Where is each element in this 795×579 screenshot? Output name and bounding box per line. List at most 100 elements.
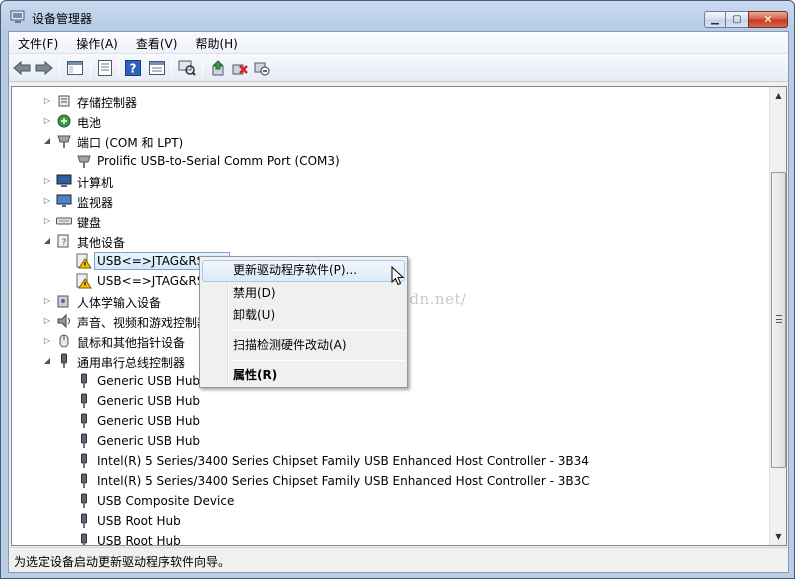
device-manager-icon	[10, 10, 25, 23]
menu-bar: 文件(F) 操作(A) 查看(V) 帮助(H)	[9, 32, 788, 54]
tree-item-label: 其他设备	[77, 236, 126, 250]
tree-item[interactable]: ▷ 存储控制器	[12, 91, 764, 111]
tree-item[interactable]: Intel(R) 5 Series/3400 Series Chipset Fa…	[12, 451, 764, 471]
expand-arrow-icon[interactable]: ▷	[42, 335, 52, 347]
console-tree-icon[interactable]	[65, 58, 85, 78]
close-button[interactable]: ✕	[748, 11, 788, 28]
usb-icon	[76, 433, 92, 449]
svg-text:?: ?	[62, 238, 67, 248]
tree-item-label: Intel(R) 5 Series/3400 Series Chipset Fa…	[97, 474, 590, 488]
tree-item-label: 端口 (COM 和 LPT)	[77, 136, 184, 150]
menu-uninstall[interactable]: 卸载(U)	[202, 305, 405, 327]
tree-item[interactable]: Generic USB Hub	[12, 431, 764, 451]
tree-item-label: Generic USB Hub	[97, 374, 201, 388]
computer-icon	[56, 173, 72, 189]
menu-disable[interactable]: 禁用(D)	[202, 283, 405, 305]
tree-item[interactable]: USB Root Hub	[12, 511, 764, 531]
expand-arrow-icon[interactable]: ▷	[42, 115, 52, 127]
tree-item-label: Intel(R) 5 Series/3400 Series Chipset Fa…	[97, 454, 589, 468]
storage-controller-icon	[56, 93, 72, 109]
tree-item-label: 通用串行总线控制器	[77, 356, 186, 370]
uninstall-icon[interactable]	[230, 58, 250, 78]
tree-item-label: USB<=>JTAG&RS	[97, 274, 205, 288]
keyboard-icon	[56, 213, 72, 229]
port-icon	[76, 153, 92, 169]
window-title: 设备管理器	[32, 12, 93, 26]
back-icon[interactable]	[12, 58, 32, 78]
tree-item[interactable]: Intel(R) 5 Series/3400 Series Chipset Fa…	[12, 471, 764, 491]
collapse-arrow-icon[interactable]: ◢	[42, 235, 52, 247]
mouse-cursor-icon	[391, 266, 405, 286]
minimize-button[interactable]: ▁	[704, 11, 726, 28]
sound-icon	[56, 313, 72, 329]
properties-icon[interactable]	[95, 58, 115, 78]
scroll-up-arrow[interactable]: ▲	[770, 87, 786, 104]
tree-item-label: 存储控制器	[77, 96, 138, 110]
menu-properties[interactable]: 属性(R)	[202, 365, 405, 387]
usb-icon	[76, 493, 92, 509]
expand-arrow-icon[interactable]: ▷	[42, 195, 52, 207]
usb-icon	[76, 533, 92, 545]
expand-arrow-icon[interactable]: ▷	[42, 95, 52, 107]
tree-item-label: 监视器	[77, 196, 114, 210]
status-bar: 为选定设备启动更新驱动程序软件向导。	[9, 547, 788, 572]
view-icon[interactable]	[147, 58, 167, 78]
tree-item[interactable]: ▷ 键盘	[12, 211, 764, 231]
tree-item-label: Prolific USB-to-Serial Comm Port (COM3)	[97, 154, 340, 168]
usb-icon	[76, 473, 92, 489]
tree-item-label: Generic USB Hub	[97, 414, 201, 428]
disable-icon[interactable]	[252, 58, 272, 78]
mouse-icon	[56, 333, 72, 349]
usb-icon	[76, 373, 92, 389]
collapse-arrow-icon[interactable]: ◢	[42, 135, 52, 147]
tree-item[interactable]: ▷ 计算机	[12, 171, 764, 191]
collapse-arrow-icon[interactable]: ◢	[42, 355, 52, 367]
tree-item-label: USB Composite Device	[97, 494, 235, 508]
vertical-scrollbar[interactable]: ▲ ▼	[769, 87, 786, 545]
tree-item-label: 键盘	[77, 216, 102, 230]
menu-action[interactable]: 操作(A)	[67, 32, 127, 54]
tree-item[interactable]: Generic USB Hub	[12, 391, 764, 411]
tree-item[interactable]: Generic USB Hub	[12, 411, 764, 431]
tree-item[interactable]: ▷ 监视器	[12, 191, 764, 211]
toolbar: ?	[9, 54, 788, 82]
usb-icon	[56, 353, 72, 369]
menu-file[interactable]: 文件(F)	[9, 32, 67, 54]
tree-item[interactable]: USB Root Hub	[12, 531, 764, 546]
menu-scan-hardware[interactable]: 扫描检测硬件改动(A)	[202, 335, 405, 357]
tree-item[interactable]: USB Composite Device	[12, 491, 764, 511]
title-bar[interactable]: 设备管理器 ▁ ▢ ✕	[1, 1, 794, 31]
tree-item[interactable]: ◢ 端口 (COM 和 LPT)	[12, 131, 764, 151]
expand-arrow-icon[interactable]: ▷	[42, 215, 52, 227]
update-driver-icon[interactable]	[208, 58, 228, 78]
context-menu: 更新驱动程序软件(P)... 禁用(D) 卸载(U) 扫描检测硬件改动(A) 属…	[199, 256, 408, 388]
tree-item-label: 人体学输入设备	[77, 296, 162, 310]
expand-arrow-icon[interactable]: ▷	[42, 175, 52, 187]
tree-item[interactable]: ▷ 电池	[12, 111, 764, 131]
tree-item-label: 鼠标和其他指针设备	[77, 336, 186, 350]
status-text: 为选定设备启动更新驱动程序软件向导。	[14, 555, 231, 569]
help-icon[interactable]: ?	[123, 58, 143, 78]
port-icon	[56, 133, 72, 149]
menu-help[interactable]: 帮助(H)	[186, 32, 246, 54]
warning-device-icon	[76, 253, 92, 269]
tree-item-label: USB Root Hub	[97, 534, 181, 546]
scan-hardware-icon[interactable]	[177, 58, 197, 78]
expand-arrow-icon[interactable]: ▷	[42, 295, 52, 307]
scroll-down-arrow[interactable]: ▼	[770, 528, 786, 545]
tree-item-label: 电池	[77, 116, 102, 130]
tree-item[interactable]: Prolific USB-to-Serial Comm Port (COM3)	[12, 151, 764, 171]
warning-device-icon	[76, 273, 92, 289]
scroll-thumb[interactable]	[771, 172, 786, 468]
tree-item[interactable]: ◢? 其他设备	[12, 231, 764, 251]
tree-item-label: Generic USB Hub	[97, 434, 201, 448]
tree-item-label: USB Root Hub	[97, 514, 181, 528]
maximize-button[interactable]: ▢	[725, 11, 749, 28]
menu-view[interactable]: 查看(V)	[127, 32, 187, 54]
svg-text:?: ?	[130, 62, 137, 76]
usb-icon	[76, 413, 92, 429]
menu-update-driver[interactable]: 更新驱动程序软件(P)...	[202, 260, 405, 282]
tree-item-label: 声音、视频和游戏控制器	[77, 316, 210, 330]
forward-icon[interactable]	[34, 58, 54, 78]
expand-arrow-icon[interactable]: ▷	[42, 315, 52, 327]
